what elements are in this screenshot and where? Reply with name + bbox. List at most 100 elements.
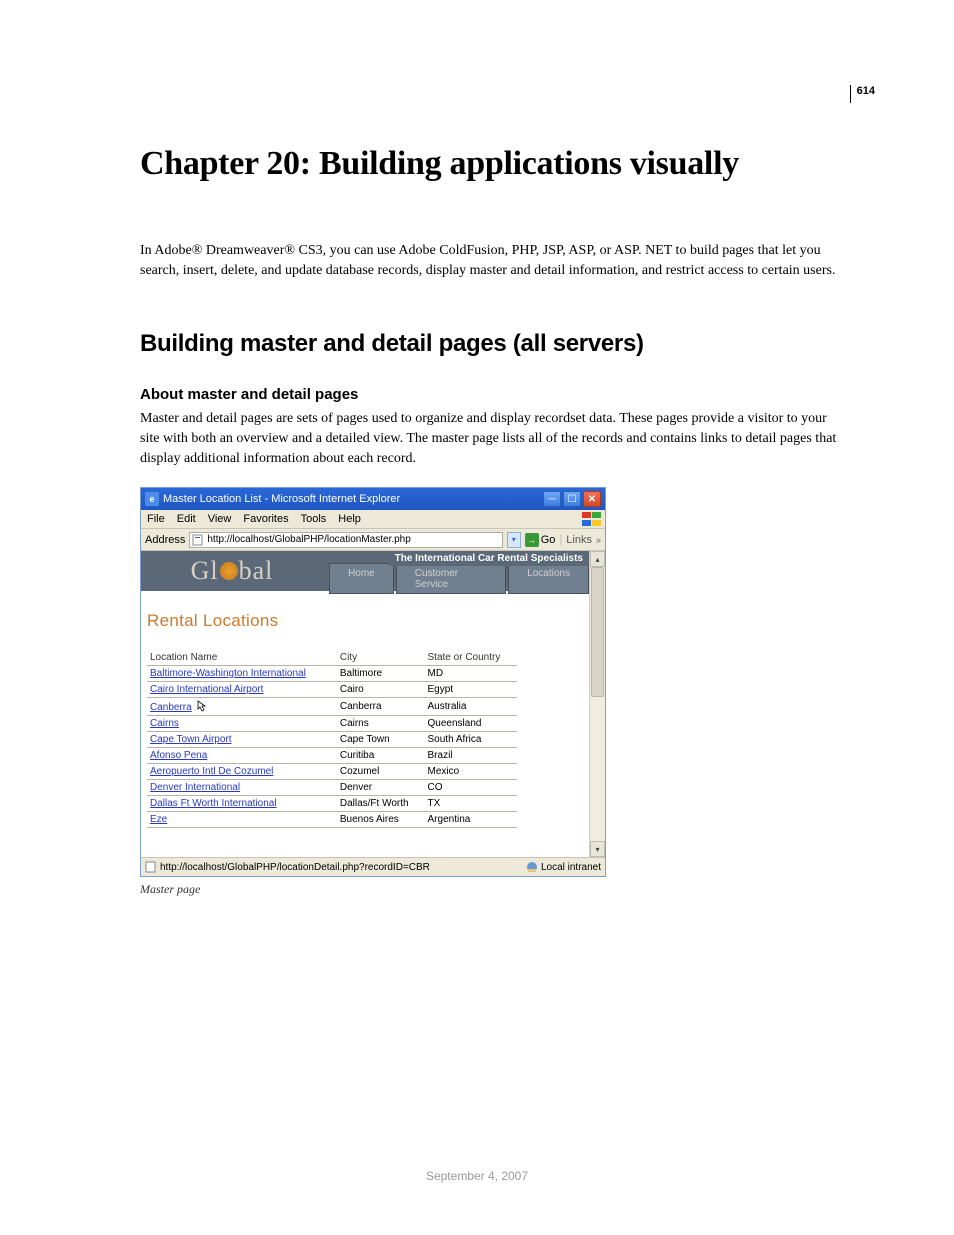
location-link[interactable]: Cape Town Airport: [150, 734, 232, 745]
location-link[interactable]: Afonso Pena: [150, 750, 207, 761]
cell-region: Argentina: [425, 811, 517, 827]
maximize-button[interactable]: ☐: [563, 491, 581, 507]
subsection-heading: About master and detail pages: [140, 386, 840, 403]
cell-city: Baltimore: [337, 665, 425, 681]
table-header-row: Location Name City State or Country: [147, 649, 517, 665]
cell-city: Denver: [337, 779, 425, 795]
browser-viewport: The International Car Rental Specialists…: [141, 551, 605, 857]
page-icon: [192, 534, 204, 546]
col-city: City: [337, 649, 425, 665]
address-input[interactable]: http://localhost/GlobalPHP/locationMaste…: [189, 532, 502, 548]
body-paragraph: Master and detail pages are sets of page…: [140, 409, 840, 470]
table-row: CairnsCairnsQueensland: [147, 715, 517, 731]
cell-city: Cairo: [337, 681, 425, 697]
chevron-right-icon[interactable]: »: [596, 535, 601, 545]
page-heading: Rental Locations: [147, 611, 583, 631]
figure-caption: Master page: [140, 882, 840, 897]
address-bar: Address http://localhost/GlobalPHP/locat…: [141, 529, 605, 551]
location-link[interactable]: Cairo International Airport: [150, 684, 263, 695]
table-row: Denver International DenverCO: [147, 779, 517, 795]
status-zone: Local intranet: [541, 862, 601, 873]
logo-text-left: Gl: [191, 556, 219, 586]
windows-logo-icon: [581, 512, 601, 527]
cell-region: Queensland: [425, 715, 517, 731]
go-button[interactable]: → Go: [525, 533, 556, 547]
location-link[interactable]: Denver International: [150, 782, 240, 793]
location-link[interactable]: Aeropuerto Intl De Cozumel: [150, 766, 273, 777]
window-titlebar: e Master Location List - Microsoft Inter…: [141, 488, 605, 510]
menu-favorites[interactable]: Favorites: [243, 513, 288, 525]
address-label: Address: [145, 534, 185, 546]
nav-locations[interactable]: Locations: [508, 563, 589, 594]
status-bar: http://localhost/GlobalPHP/locationDetai…: [141, 857, 605, 876]
cell-region: South Africa: [425, 731, 517, 747]
window-title: Master Location List - Microsoft Interne…: [163, 493, 400, 505]
cell-region: Egypt: [425, 681, 517, 697]
table-row: Dallas Ft Worth International Dallas/Ft W…: [147, 795, 517, 811]
address-dropdown-icon[interactable]: ▾: [507, 532, 521, 548]
location-link[interactable]: Dallas Ft Worth International: [150, 798, 277, 809]
cell-city: Cozumel: [337, 763, 425, 779]
ie-icon: e: [145, 492, 159, 506]
cell-region: TX: [425, 795, 517, 811]
cell-city: Curitiba: [337, 747, 425, 763]
intranet-icon: [526, 861, 538, 873]
scroll-down-icon[interactable]: ▾: [590, 841, 605, 857]
table-row: Baltimore-Washington International Baltim…: [147, 665, 517, 681]
cell-city: Buenos Aires: [337, 811, 425, 827]
footer-date: September 4, 2007: [0, 1169, 954, 1183]
intro-paragraph: In Adobe® Dreamweaver® CS3, you can use …: [140, 241, 840, 282]
cell-city: Canberra: [337, 697, 425, 715]
menu-tools[interactable]: Tools: [301, 513, 327, 525]
col-location-name: Location Name: [147, 649, 337, 665]
page-number: 614: [850, 85, 875, 103]
cell-region: Mexico: [425, 763, 517, 779]
chapter-title: Chapter 20: Building applications visual…: [140, 145, 840, 183]
menu-help[interactable]: Help: [338, 513, 361, 525]
table-row: Eze Buenos AiresArgentina: [147, 811, 517, 827]
locations-table: Location Name City State or Country Balt…: [147, 649, 517, 828]
scrollbar-thumb[interactable]: [591, 567, 604, 697]
cell-city: Cairns: [337, 715, 425, 731]
cell-city: Dallas/Ft Worth: [337, 795, 425, 811]
cell-region: CO: [425, 779, 517, 795]
location-link[interactable]: Baltimore-Washington International: [150, 668, 306, 679]
go-arrow-icon: →: [525, 533, 539, 547]
cell-region: MD: [425, 665, 517, 681]
table-row: Cairo International Airport CairoEgypt: [147, 681, 517, 697]
page-status-icon: [145, 861, 157, 873]
table-row: Afonso Pena CuritibaBrazil: [147, 747, 517, 763]
table-row: Cape Town Airport Cape TownSouth Africa: [147, 731, 517, 747]
status-url: http://localhost/GlobalPHP/locationDetai…: [160, 862, 430, 873]
col-region: State or Country: [425, 649, 517, 665]
close-button[interactable]: ✕: [583, 491, 601, 507]
sun-icon: [220, 562, 238, 580]
page-content: Chapter 20: Building applications visual…: [140, 145, 840, 897]
location-link[interactable]: Cairns: [150, 718, 179, 729]
links-button[interactable]: Links: [566, 534, 592, 546]
site-tagline: The International Car Rental Specialists: [389, 551, 589, 566]
browser-screenshot: e Master Location List - Microsoft Inter…: [140, 487, 606, 877]
cursor-pointer-icon: [194, 700, 208, 714]
minimize-button[interactable]: ─: [543, 491, 561, 507]
menu-file[interactable]: File: [147, 513, 165, 525]
table-row: CanberraCanberraAustralia: [147, 697, 517, 715]
vertical-scrollbar[interactable]: ▴ ▾: [589, 551, 605, 857]
site-logo: Gl bal: [191, 556, 274, 586]
location-link[interactable]: Canberra: [150, 702, 192, 713]
menu-view[interactable]: View: [208, 513, 232, 525]
scroll-up-icon[interactable]: ▴: [590, 551, 605, 567]
menu-bar: File Edit View Favorites Tools Help: [141, 510, 605, 529]
logo-text-right: bal: [239, 556, 274, 586]
cell-region: Australia: [425, 697, 517, 715]
menu-edit[interactable]: Edit: [177, 513, 196, 525]
section-heading: Building master and detail pages (all se…: [140, 330, 840, 358]
cell-city: Cape Town: [337, 731, 425, 747]
nav-home[interactable]: Home: [329, 563, 394, 594]
location-link[interactable]: Eze: [150, 814, 167, 825]
cell-region: Brazil: [425, 747, 517, 763]
go-label: Go: [541, 534, 556, 546]
table-row: Aeropuerto Intl De Cozumel CozumelMexico: [147, 763, 517, 779]
nav-customer-service[interactable]: Customer Service: [396, 563, 506, 594]
address-url: http://localhost/GlobalPHP/locationMaste…: [207, 534, 410, 545]
